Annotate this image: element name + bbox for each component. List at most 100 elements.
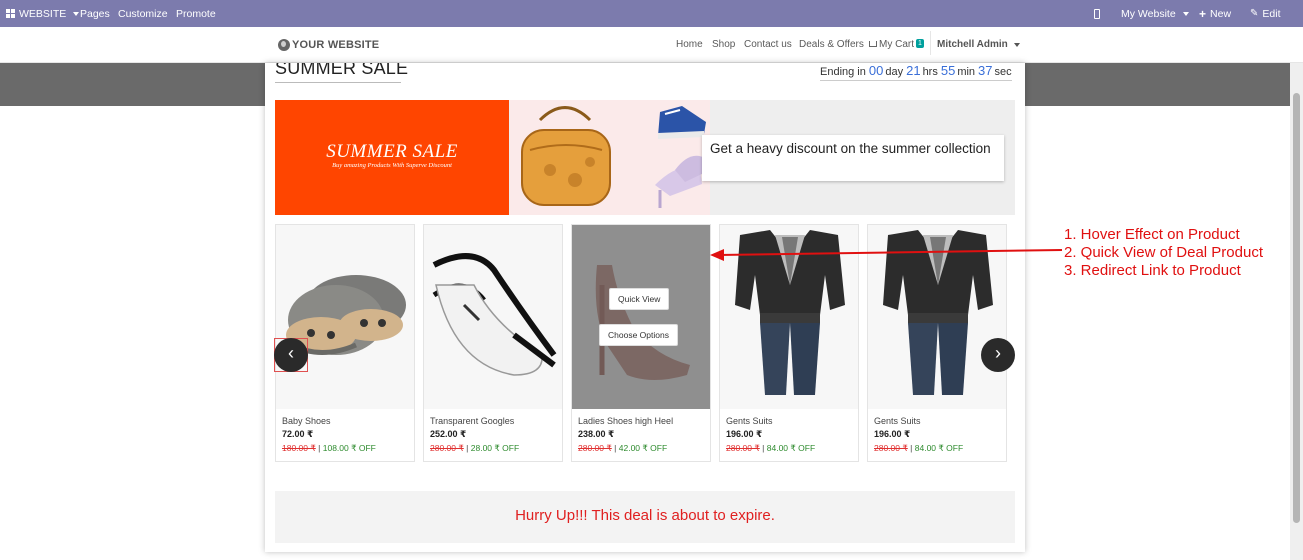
new-label: New xyxy=(1210,7,1232,20)
product-name[interactable]: Gents Suits xyxy=(726,416,856,426)
price-separator: | xyxy=(318,443,321,453)
banner-product-image xyxy=(510,100,710,215)
countdown-minutes-unit: min xyxy=(957,66,976,78)
annotation-arrow-icon xyxy=(710,249,1063,261)
product-info: Gents Suits 196.00 ₹ 280.00 ₹ | 84.00 ₹ … xyxy=(874,416,1004,454)
product-discount: 84.00 ₹ OFF xyxy=(914,443,964,453)
chevron-down-icon xyxy=(1013,43,1020,47)
baby-shoes-image xyxy=(286,275,406,355)
product-discount: 28.00 ₹ OFF xyxy=(470,443,520,453)
product-image[interactable] xyxy=(424,225,562,409)
website-menu-label: WEBSITE xyxy=(19,7,67,20)
deal-banner[interactable]: SUMMER SALE Buy amazing Products With Su… xyxy=(275,100,1015,215)
product-card[interactable]: Transparent Googles 252.00 ₹ 280.00 ₹ | … xyxy=(423,224,563,462)
customize-menu[interactable]: Customize xyxy=(118,0,168,27)
banner-sale-panel: SUMMER SALE Buy amazing Products With Su… xyxy=(275,100,509,215)
product-price: 252.00 ₹ xyxy=(430,429,467,439)
page-scrollbar[interactable] xyxy=(1290,63,1303,560)
cart-icon xyxy=(869,41,877,47)
countdown-days: 00 xyxy=(868,63,884,78)
customize-menu-label: Customize xyxy=(118,7,168,20)
annotation-line: 3. Redirect Link to Product xyxy=(1064,262,1241,279)
product-discount: 108.00 ₹ OFF xyxy=(322,443,376,453)
plus-icon: + xyxy=(1199,6,1207,21)
mobile-icon xyxy=(1094,8,1100,19)
safety-goggles-image xyxy=(432,253,557,376)
product-old-price: 280.00 ₹ xyxy=(874,443,908,453)
countdown-minutes: 55 xyxy=(940,63,956,78)
product-image[interactable] xyxy=(276,225,414,409)
feature-annotation: 1. Hover Effect on Product 2. Quick View… xyxy=(1064,226,1263,280)
product-info: Gents Suits 196.00 ₹ 280.00 ₹ | 84.00 ₹ … xyxy=(726,416,856,454)
countdown-hours: 21 xyxy=(906,63,921,78)
logo-text: YOUR WEBSITE xyxy=(292,39,380,51)
deal-countdown: Ending in 00 day 21 hrs 55 min 37 sec xyxy=(820,63,1012,81)
scrollbar-thumb[interactable] xyxy=(1293,93,1300,523)
product-info: Transparent Googles 252.00 ₹ 280.00 ₹ | … xyxy=(430,416,560,454)
nav-my-cart[interactable]: My Cart 1 xyxy=(869,39,924,50)
deal-title: SUMMER SALE xyxy=(275,63,409,78)
nav-deals-offers[interactable]: Deals & Offers xyxy=(799,39,864,50)
handbag-and-shoes-image xyxy=(521,106,706,208)
new-button[interactable]: + New xyxy=(1199,0,1231,27)
edit-label: Edit xyxy=(1262,7,1281,20)
annotation-line: 1. Hover Effect on Product xyxy=(1064,226,1240,243)
carousel-prev-button[interactable]: ‹ xyxy=(274,338,308,372)
product-old-price: 180.00 ₹ xyxy=(282,443,316,453)
deal-popup: SUMMER SALE Ending in 00 day 21 hrs 55 min 37 se… xyxy=(265,63,1025,552)
price-separator: | xyxy=(614,443,617,453)
product-name[interactable]: Baby Shoes xyxy=(282,416,412,426)
pencil-icon: ✎ xyxy=(1250,7,1259,19)
cart-label: My Cart xyxy=(879,39,914,50)
my-website-label: My Website xyxy=(1121,7,1176,20)
deal-title-underline xyxy=(275,82,401,83)
mobile-preview-button[interactable] xyxy=(1094,0,1100,27)
product-price: 196.00 ₹ xyxy=(726,429,763,439)
user-name: Mitchell Admin xyxy=(937,39,1008,50)
promote-menu[interactable]: Promote xyxy=(176,0,216,27)
product-info: Baby Shoes 72.00 ₹ 180.00 ₹ | 108.00 ₹ O… xyxy=(282,416,412,454)
cart-count-badge: 1 xyxy=(916,39,924,48)
product-price: 72.00 ₹ xyxy=(282,429,314,439)
nav-shop[interactable]: Shop xyxy=(712,39,735,50)
user-menu[interactable]: Mitchell Admin xyxy=(930,31,1026,55)
product-old-price: 280.00 ₹ xyxy=(578,443,612,453)
quick-view-button[interactable]: Quick View xyxy=(609,288,670,310)
promote-menu-label: Promote xyxy=(176,7,216,20)
product-name[interactable]: Gents Suits xyxy=(874,416,1004,426)
nav-home[interactable]: Home xyxy=(676,39,703,50)
chevron-down-icon xyxy=(1182,11,1189,16)
globe-icon xyxy=(278,39,290,51)
website-navbar: YOUR WEBSITE Home Shop Contact us Deals … xyxy=(0,27,1303,63)
my-website-switcher[interactable]: My Website xyxy=(1121,0,1189,27)
countdown-hours-unit: hrs xyxy=(922,66,938,78)
product-info: Ladies Shoes high Heel 238.00 ₹ 280.00 ₹… xyxy=(578,416,708,454)
nav-contact-us[interactable]: Contact us xyxy=(744,39,792,50)
site-logo[interactable]: YOUR WEBSITE xyxy=(278,39,379,51)
product-discount: 42.00 ₹ OFF xyxy=(618,443,668,453)
chevron-down-icon xyxy=(73,11,80,16)
annotation-line: 2. Quick View of Deal Product xyxy=(1064,244,1263,261)
price-separator: | xyxy=(762,443,765,453)
website-menu[interactable]: WEBSITE xyxy=(6,0,80,27)
product-hover-overlay xyxy=(572,225,710,409)
banner-headline: SUMMER SALE xyxy=(326,141,458,162)
choose-options-button[interactable]: Choose Options xyxy=(599,324,678,346)
pages-menu-label: Pages xyxy=(80,7,110,20)
product-name[interactable]: Ladies Shoes high Heel xyxy=(578,416,708,426)
admin-bar: WEBSITE Pages Customize Promote My Websi… xyxy=(0,0,1303,27)
deal-expiry-notice: Hurry Up!!! This deal is about to expire… xyxy=(275,491,1015,543)
product-card-hovered[interactable]: Quick View Choose Options Ladies Shoes h… xyxy=(571,224,711,462)
product-discount-line: 280.00 ₹ | 28.00 ₹ OFF xyxy=(430,443,560,454)
product-old-price: 280.00 ₹ xyxy=(430,443,464,453)
product-name[interactable]: Transparent Googles xyxy=(430,416,560,426)
product-discount-line: 280.00 ₹ | 42.00 ₹ OFF xyxy=(578,443,708,454)
apps-grid-icon xyxy=(6,9,15,18)
pages-menu[interactable]: Pages xyxy=(80,0,110,27)
product-old-price: 280.00 ₹ xyxy=(726,443,760,453)
product-discount-line: 180.00 ₹ | 108.00 ₹ OFF xyxy=(282,443,412,454)
price-separator: | xyxy=(466,443,469,453)
edit-button[interactable]: ✎ Edit xyxy=(1250,0,1280,27)
carousel-next-button[interactable]: › xyxy=(981,338,1015,372)
product-price: 238.00 ₹ xyxy=(578,429,615,439)
